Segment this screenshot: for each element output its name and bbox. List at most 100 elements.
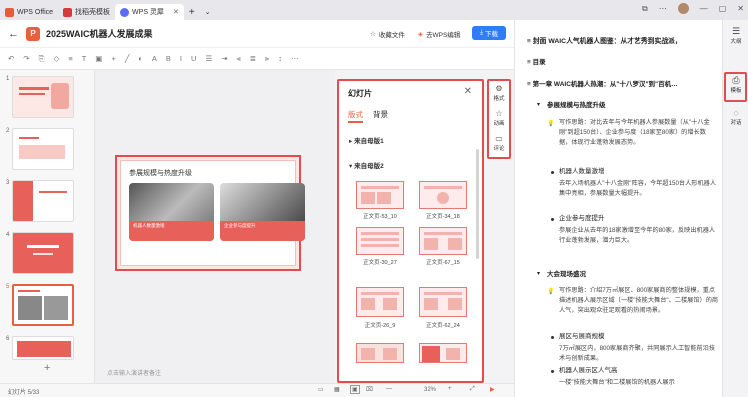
panel-scrollbar[interactable] (476, 149, 479, 259)
align-center-icon[interactable]: ≣ (250, 54, 256, 63)
normal-view-icon[interactable]: ▭ (318, 386, 324, 393)
tab-dropdown-icon[interactable]: ⌄ (200, 4, 216, 20)
outline-item[interactable]: 大会现场盛况 (547, 270, 586, 280)
layout-thumbnail[interactable] (419, 287, 467, 317)
image-icon[interactable]: ▣ (95, 54, 102, 63)
format-toolbar: ↶ ↷ ⎘ ◇ ≡ T ▣ + ╱ ◐ A B I U ☰ ⇥ ⫷ ≣ ⫸ ↕ … (0, 48, 514, 70)
tab-template[interactable]: 找稻壳模板 (58, 4, 115, 20)
bullet (551, 171, 554, 174)
font-color-icon[interactable]: A (152, 54, 157, 63)
slide-thumbnail[interactable] (12, 128, 74, 170)
outline-tab[interactable]: ☰ 大纲 (725, 26, 747, 45)
outline-item[interactable]: ≡ 目录 (527, 58, 546, 68)
format-icon: ⚙ (495, 84, 503, 93)
zoom-out-icon[interactable]: — (386, 386, 392, 392)
list-icon[interactable]: ☰ (205, 54, 212, 63)
layout-thumbnail[interactable] (356, 287, 404, 317)
slide-image-robots[interactable]: 机器人数量激增 (129, 183, 214, 241)
maximize-icon[interactable]: ▢ (719, 4, 727, 13)
animation-tool[interactable]: ☆ 动画 (489, 109, 509, 127)
fit-icon[interactable]: ⤢ (470, 386, 475, 393)
textbox-icon[interactable]: T (82, 54, 87, 63)
layout-label: 正文页-34_18 (426, 214, 460, 220)
slide-thumbnail[interactable] (12, 232, 74, 274)
layout-thumbnail[interactable] (419, 227, 467, 255)
grid-view-icon[interactable]: ▦ (334, 386, 340, 393)
document-title: 2025WAIC机器人发展成果 (46, 29, 153, 39)
more-icon[interactable]: ⋯ (291, 54, 299, 63)
outline-text: 参展企业从去年的18家激增至今年的80家，反映出机器人行业蓬勃发展，潜力巨大。 (559, 227, 716, 244)
undo-icon[interactable]: ↶ (8, 54, 14, 63)
tool-label: 格式 (493, 96, 505, 102)
layout-thumbnail[interactable] (356, 181, 404, 209)
section-master-1[interactable]: ▸ 来自母版1 (349, 135, 384, 145)
redo-icon[interactable]: ↷ (23, 54, 29, 63)
collect-button[interactable]: ☆ 收藏文件 (370, 29, 405, 39)
section-label: 来自母版1 (354, 138, 384, 145)
side-tool-strip: ⚙ 格式 ☆ 动画 ▭ 评论 (487, 79, 511, 159)
close-icon[interactable]: ✕ (464, 86, 472, 97)
bold-icon[interactable]: B (166, 54, 171, 63)
italic-icon[interactable]: I (180, 54, 182, 63)
fill-icon[interactable]: ◐ (138, 54, 143, 63)
comment-tool[interactable]: ▭ 评论 (489, 134, 509, 152)
zoom-in-icon[interactable]: + (448, 386, 452, 392)
outline-item[interactable]: ≡ 封面 WAIC人气机器人图鉴：从才艺秀到实战派， (527, 37, 682, 47)
tab-wps-office[interactable]: WPS Office (0, 4, 58, 20)
outline-item[interactable]: 参展规模与热度升级 (547, 101, 606, 111)
indent-icon[interactable]: ⇥ (221, 54, 227, 63)
outline-item[interactable]: ≡ 第一章 WAIC机器人热潮：从"十八罗汉"到"百机… (527, 80, 719, 90)
format-painter-icon[interactable]: ⎘ (39, 54, 45, 64)
line-icon[interactable]: ╱ (125, 54, 130, 63)
slide-thumbnail[interactable] (12, 76, 74, 118)
zoom-level[interactable]: 32% (424, 387, 436, 393)
download-button[interactable]: ⤓ 下载 (472, 26, 506, 40)
play-icon[interactable]: ▶ (490, 386, 495, 393)
align-right-icon[interactable]: ⫸ (265, 54, 269, 64)
back-arrow-icon[interactable]: ← (8, 28, 19, 40)
slide-thumbnail[interactable] (12, 336, 74, 360)
add-icon[interactable]: + (111, 54, 115, 63)
outline-text: 封面 WAIC人气机器人图鉴：从才艺秀到实战派， (532, 38, 682, 45)
layout-thumbnail[interactable] (356, 227, 404, 255)
tab-label: WPS Office (17, 8, 54, 16)
collapse-icon[interactable]: ▾ (537, 101, 540, 108)
shape-icon[interactable]: ◇ (54, 54, 60, 63)
speaker-notes-input[interactable]: 点击输入演讲者备注 (107, 368, 161, 377)
chat-tab[interactable]: ◌ 对话 (725, 108, 747, 126)
reading-view-icon[interactable]: ▣ (350, 385, 360, 394)
slide-image-companies[interactable]: 企业参与度提升 (220, 183, 305, 241)
tab-background[interactable]: 背景 (373, 109, 388, 120)
avatar[interactable] (677, 3, 689, 14)
thumb-number: 5 (6, 284, 10, 290)
add-slide-icon[interactable]: + (44, 362, 50, 374)
layout-thumbnail[interactable] (419, 343, 467, 363)
minimize-icon[interactable]: — (700, 4, 708, 13)
slide-thumbnail[interactable] (12, 180, 74, 222)
sidebar-label: 模板 (730, 88, 742, 94)
layout-thumbnail[interactable] (356, 343, 404, 363)
tab-lingxi[interactable]: WPS 灵犀 ✕ (115, 4, 184, 20)
section-master-2[interactable]: ▾ 来自母版2 (349, 160, 384, 170)
align-icon[interactable]: ≡ (68, 54, 72, 63)
underline-icon[interactable]: U (191, 54, 196, 63)
restore-icon[interactable]: ⧉ (642, 4, 648, 14)
tab-layout[interactable]: 版式 (348, 109, 363, 123)
lingxi-logo-icon (120, 7, 130, 17)
menu-icon[interactable]: ⋯ (659, 4, 667, 13)
template-tab[interactable]: ⎙ 模板 (725, 75, 747, 94)
spacing-icon[interactable]: ↕ (278, 54, 282, 63)
format-tool[interactable]: ⚙ 格式 (489, 84, 509, 102)
current-slide[interactable]: 参展规模与热度升级 机器人数量激增 企业参与度提升 (115, 155, 305, 271)
presenter-icon[interactable]: ⌧ (366, 386, 373, 393)
align-left-icon[interactable]: ⫷ (236, 54, 240, 64)
bullet (551, 218, 554, 221)
slide-thumbnail-selected[interactable] (12, 284, 74, 326)
close-icon[interactable]: ✕ (173, 8, 179, 16)
layout-thumbnail[interactable] (419, 181, 467, 209)
close-window-icon[interactable]: ✕ (737, 4, 744, 13)
edit-in-wps-button[interactable]: ◈ 去WPS编辑 (418, 29, 460, 39)
collapse-icon[interactable]: ▾ (537, 270, 540, 277)
wps-logo-icon (5, 7, 14, 17)
new-tab-button[interactable]: + (184, 4, 200, 20)
